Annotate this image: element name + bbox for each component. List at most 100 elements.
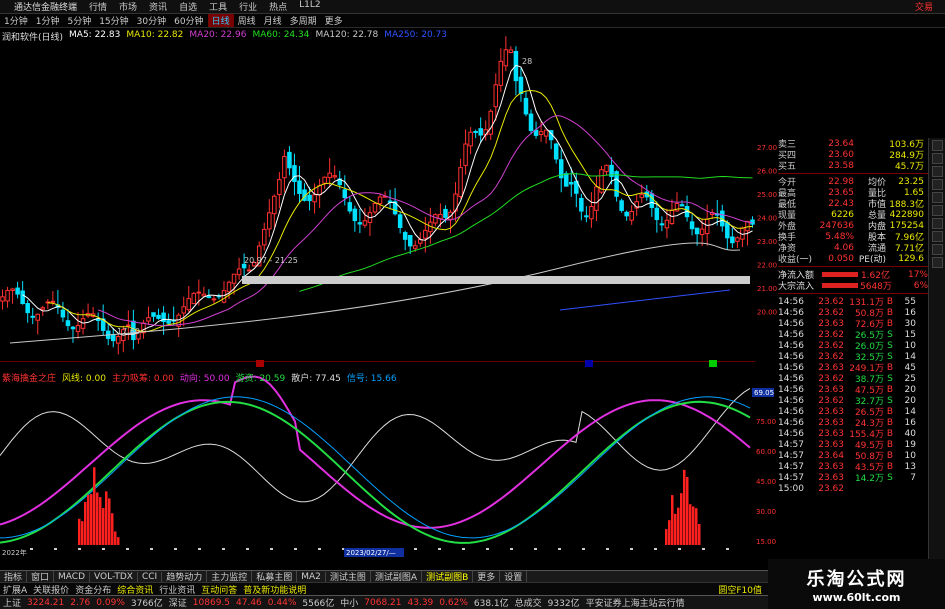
trade-time: 14:56 bbox=[778, 307, 804, 318]
menu-item[interactable]: 行业 bbox=[233, 0, 263, 13]
flow-value: 5648万 bbox=[860, 282, 892, 292]
tool-icon[interactable] bbox=[932, 153, 943, 164]
tool-icon[interactable] bbox=[932, 218, 943, 229]
ma60-line bbox=[299, 173, 753, 292]
trade-button[interactable]: 交易 bbox=[909, 0, 945, 13]
period-tab[interactable]: 多周期 bbox=[286, 14, 321, 27]
indicator-tab[interactable]: VOL-TDX bbox=[90, 571, 138, 582]
f10-link[interactable]: 圆空F10值 bbox=[715, 583, 765, 596]
ma10-line bbox=[47, 89, 753, 333]
candle bbox=[654, 207, 660, 221]
time-dot bbox=[102, 548, 105, 550]
ma-legend-item: MA10: 22.82 bbox=[126, 30, 184, 40]
menu-item[interactable]: 热点 bbox=[263, 0, 293, 13]
indicator-tab[interactable]: 主力监控 bbox=[207, 571, 253, 582]
stat-value: 23.65 bbox=[828, 187, 854, 198]
trade-price: 23.63 bbox=[818, 472, 844, 483]
candle bbox=[246, 269, 252, 272]
separator bbox=[778, 266, 928, 267]
indicator-tab[interactable]: MACD bbox=[54, 571, 91, 582]
accumulation-bar bbox=[665, 529, 668, 545]
tool-icon[interactable] bbox=[932, 140, 943, 151]
period-tab[interactable]: 5分钟 bbox=[63, 14, 95, 27]
indicator-tab[interactable]: 测试副图A bbox=[371, 571, 423, 582]
separator bbox=[778, 173, 928, 174]
category-tab[interactable]: 资金分布 bbox=[72, 583, 114, 596]
candlestick-chart[interactable]: 31.52817.6020.97 - 21.25 bbox=[0, 28, 755, 358]
status-item: 5566亿 bbox=[302, 599, 335, 609]
menu-item[interactable]: L1L2 bbox=[293, 0, 326, 13]
trade-volume: 14.2万 bbox=[854, 474, 884, 484]
indicator-tab[interactable]: 设置 bbox=[500, 571, 528, 582]
tool-icon[interactable] bbox=[932, 166, 943, 177]
candle bbox=[503, 49, 509, 67]
trade-time: 14:56 bbox=[778, 362, 804, 373]
quote-stat-row: 收益(一) 0.050 PE(动) 129.6 bbox=[778, 253, 928, 266]
indicator-tab[interactable]: 窗口 bbox=[27, 571, 55, 582]
period-tab[interactable]: 60分钟 bbox=[170, 14, 207, 27]
indicator-tab[interactable]: 测试主图 bbox=[326, 571, 371, 582]
watermark: 乐淘公式网 www.60lt.com bbox=[768, 559, 945, 609]
indicator-tab[interactable]: 趋势动力 bbox=[162, 571, 208, 582]
stat-value: 22.43 bbox=[828, 198, 854, 209]
price-annotation: 28 bbox=[522, 57, 532, 66]
category-tab[interactable]: 关联报价 bbox=[30, 583, 72, 596]
accumulation-bar bbox=[695, 508, 698, 545]
accumulation-bar bbox=[698, 524, 701, 545]
tool-icon[interactable] bbox=[932, 179, 943, 190]
category-tab[interactable]: 综合资讯 bbox=[114, 583, 156, 596]
period-tab[interactable]: 1分钟 bbox=[0, 14, 32, 27]
trade-count: 30 bbox=[904, 318, 916, 329]
candle bbox=[377, 196, 383, 205]
candle bbox=[126, 324, 131, 327]
indicator-legend: 紫海擒金之庄 风线: 0.00 主力吸筹: 0.00 动向: 50.00 游资: 20… bbox=[2, 371, 397, 384]
candle bbox=[523, 97, 529, 115]
indicator-tab[interactable]: 更多 bbox=[473, 571, 501, 582]
trade-price: 23.62 bbox=[818, 329, 844, 340]
tool-icon[interactable] bbox=[932, 231, 943, 242]
candle bbox=[267, 212, 272, 230]
menu-item[interactable]: 市场 bbox=[113, 0, 143, 13]
indicator-tab[interactable]: CCI bbox=[138, 571, 163, 582]
tool-icon[interactable] bbox=[932, 192, 943, 203]
period-tab[interactable]: 月线 bbox=[260, 14, 286, 27]
category-tab[interactable]: 行业资讯 bbox=[156, 583, 198, 596]
status-item: 0.09% bbox=[96, 597, 125, 608]
period-tab[interactable]: 周线 bbox=[234, 14, 260, 27]
menu-item[interactable]: 行情 bbox=[83, 0, 113, 13]
period-tab[interactable]: 15分钟 bbox=[95, 14, 132, 27]
indicator-tab[interactable]: 测试副图B bbox=[422, 571, 474, 582]
category-tab[interactable]: 普及新功能说明 bbox=[240, 583, 309, 596]
period-tab[interactable]: 更多 bbox=[321, 14, 347, 27]
indicator-chart[interactable]: 2023/02/27/—2022年69.0575.0060.0045.0030.… bbox=[0, 362, 790, 570]
category-tab[interactable]: 互动问答 bbox=[198, 583, 240, 596]
indicator-tab[interactable]: MA2 bbox=[297, 571, 326, 582]
trade-count: 20 bbox=[904, 384, 916, 395]
trade-price: 23.63 bbox=[818, 406, 844, 417]
tool-icon[interactable] bbox=[932, 205, 943, 216]
candle bbox=[362, 220, 368, 226]
trade-count: 13 bbox=[904, 461, 916, 472]
period-tab[interactable]: 1分钟 bbox=[32, 14, 64, 27]
candle bbox=[231, 273, 237, 284]
trade-side: S bbox=[887, 351, 893, 362]
tool-icon[interactable] bbox=[932, 244, 943, 255]
menu-item[interactable]: 资讯 bbox=[143, 0, 173, 13]
candle bbox=[423, 229, 428, 239]
period-tab[interactable]: 30分钟 bbox=[133, 14, 170, 27]
trade-count: 20 bbox=[904, 395, 916, 406]
trade-time: 14:57 bbox=[778, 472, 804, 483]
category-tab[interactable]: 扩展A bbox=[0, 583, 30, 596]
period-tab[interactable]: 日线 bbox=[207, 14, 234, 27]
separator bbox=[778, 293, 928, 294]
menu-item[interactable]: 自选 bbox=[173, 0, 203, 13]
candle bbox=[352, 208, 358, 222]
candle bbox=[463, 143, 468, 166]
menu-item[interactable]: 工具 bbox=[203, 0, 233, 13]
candle bbox=[357, 222, 363, 225]
tool-icon[interactable] bbox=[932, 257, 943, 268]
stat-value: 4.06 bbox=[833, 242, 854, 253]
indicator-tab[interactable]: 指标 bbox=[0, 571, 28, 582]
trade-time: 14:57 bbox=[778, 439, 804, 450]
indicator-tab[interactable]: 私募主图 bbox=[252, 571, 298, 582]
